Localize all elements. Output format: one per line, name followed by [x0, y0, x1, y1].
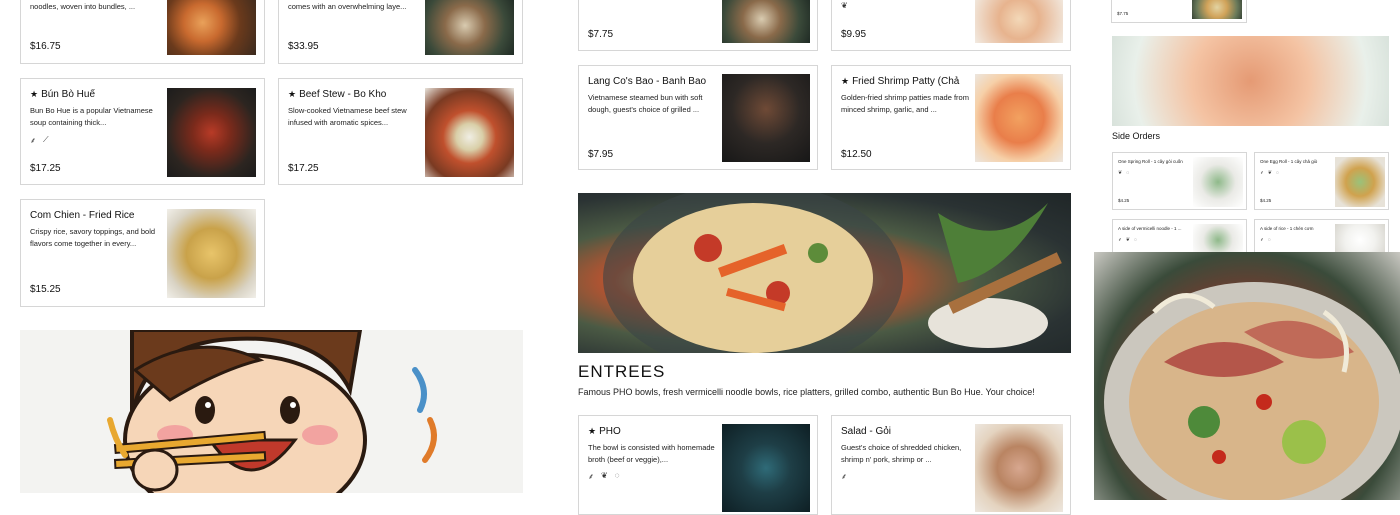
item-photo — [167, 0, 256, 55]
item-price: $17.25 — [288, 163, 319, 174]
item-title: Com Chien - Fried Rice — [30, 210, 135, 221]
item-photo — [167, 88, 256, 177]
star-icon: ★ — [588, 426, 597, 436]
menu-card-top2[interactable]: comes with an overwhelming laye... $33.9… — [278, 0, 523, 64]
info-icon: ◌ — [1133, 237, 1137, 243]
pho-bowl-illustration — [603, 193, 1062, 353]
item-description: Vietnamese steamed bun with soft dough, … — [588, 93, 703, 114]
item-description: Crispy rice, savory toppings, and bold f… — [30, 227, 156, 248]
menu-card-com-chien[interactable]: Com Chien - Fried Rice Crispy rice, savo… — [20, 199, 265, 307]
item-price: $7.75 — [1117, 11, 1129, 16]
wheat-icon: ⸙ — [1260, 170, 1264, 176]
item-price: $7.75 — [588, 29, 614, 40]
item-title: One Egg Roll - 1 cây chả giò — [1260, 159, 1318, 164]
side-card-spring-roll[interactable]: One Spring Roll - 1 cây gỏi cuốn ❦ ◌ $4.2… — [1112, 152, 1247, 210]
item-description: Guest's choice of shredded chicken, shri… — [841, 443, 962, 464]
item-price: $4.25 — [1118, 198, 1130, 203]
wheat-icon: ⸙ — [30, 136, 36, 145]
menu-card-cha-tom[interactable]: ★Fried Shrimp Patty (Chả Tôm) Golden-fri… — [831, 65, 1071, 170]
entrees-subtitle: Famous PHO bowls, fresh vermicelli noodl… — [578, 387, 1035, 397]
menu-card-mid-top1[interactable]: $7.75 — [578, 0, 818, 51]
leaf-icon: ❦ — [1125, 237, 1130, 243]
star-icon: ★ — [288, 89, 297, 99]
dietary-icons: ⸙ ❦ ◌ — [588, 471, 619, 482]
item-price: $4.25 — [1260, 198, 1272, 203]
star-icon: ★ — [30, 89, 39, 99]
wheat-icon: ⸙ — [588, 472, 594, 481]
item-photo — [975, 424, 1063, 512]
item-photo — [975, 74, 1063, 162]
info-icon: ◌ — [1275, 170, 1279, 176]
side-card-top[interactable]: $7.75 — [1111, 0, 1247, 23]
menu-card-goi[interactable]: Salad - Gỏi Guest's choice of shredded c… — [831, 415, 1071, 515]
leaf-icon: ❦ — [1118, 170, 1123, 176]
pepper-icon: ⟋ — [43, 135, 49, 144]
item-photo — [722, 74, 810, 162]
item-photo — [722, 424, 810, 512]
item-description: noodles, woven into bundles, ... — [30, 2, 136, 11]
dietary-icons: ❦ ◌ — [1118, 170, 1129, 176]
menu-card-pho[interactable]: ★ PHO The bowl is consisted with homemade… — [578, 415, 818, 515]
item-title: A side of vermicelli noodle - 1 ... — [1118, 226, 1182, 231]
leaf-icon: ❦ — [601, 471, 608, 480]
info-icon: ◌ — [1267, 237, 1271, 243]
item-description: The bowl is consisted with homemade brot… — [588, 443, 715, 464]
item-title: ★Fried Shrimp Patty (Chả Tôm) — [841, 76, 961, 87]
dietary-icons: ⸙ ⟋ — [30, 135, 49, 146]
info-icon: ◌ — [1126, 170, 1130, 176]
pho-feature-photo — [1094, 252, 1400, 500]
pho-beef-bowl-illustration — [1104, 282, 1400, 500]
menu-card-bun-bo-hue[interactable]: ★ Bún Bò Huế Bun Bo Hue is a popular Viet… — [20, 78, 265, 185]
item-price: $9.95 — [841, 29, 867, 40]
item-price: $15.25 — [30, 284, 61, 295]
dietary-icons: ⸙ ❦ ◌ — [1118, 237, 1137, 243]
item-photo — [975, 0, 1063, 43]
item-photo — [1193, 157, 1243, 207]
item-title: Salad - Gỏi — [841, 426, 892, 437]
item-title: ★ Bún Bò Huế — [30, 89, 96, 100]
dietary-icons: ⸙ ❦ ◌ — [1260, 170, 1279, 176]
menu-card-top1[interactable]: noodles, woven into bundles, ... $16.75 — [20, 0, 265, 64]
item-price: $7.95 — [588, 149, 614, 160]
mascot-banner — [20, 330, 523, 493]
wheat-icon: ⸙ — [841, 472, 847, 481]
entrees-hero-photo — [578, 193, 1071, 353]
menu-card-banh-bao[interactable]: Lang Co's Bao - Banh Bao Vietnamese stea… — [578, 65, 818, 170]
item-price: $17.25 — [30, 163, 61, 174]
item-description: Bun Bo Hue is a popular Vietnamese soup … — [30, 106, 153, 127]
item-title: One Spring Roll - 1 cây gỏi cuốn — [1118, 159, 1183, 164]
dietary-icons: ❦ — [841, 1, 848, 10]
item-price: $16.75 — [30, 41, 61, 52]
side-card-egg-roll[interactable]: One Egg Roll - 1 cây chả giò ⸙ ❦ ◌ $4.25 — [1254, 152, 1389, 210]
menu-card-bo-kho[interactable]: ★ Beef Stew - Bo Kho Slow-cooked Vietname… — [278, 78, 523, 185]
item-title: ★ Beef Stew - Bo Kho — [288, 89, 387, 100]
wheat-icon: ⸙ — [1260, 237, 1264, 243]
side-orders-hero-photo — [1112, 36, 1389, 126]
item-photo — [1192, 0, 1242, 19]
item-description: Slow-cooked Vietnamese beef stew infused… — [288, 106, 407, 127]
item-photo — [167, 209, 256, 298]
leaf-icon: ❦ — [841, 1, 848, 10]
item-title: ★ PHO — [588, 426, 621, 437]
item-title: A side of rice - 1 chén cơm — [1260, 226, 1314, 231]
wheat-icon: ⸙ — [1118, 237, 1122, 243]
item-photo — [1335, 157, 1385, 207]
item-photo — [425, 88, 514, 177]
item-price: $12.50 — [841, 149, 872, 160]
item-title: Lang Co's Bao - Banh Bao — [588, 76, 707, 87]
star-icon: ★ — [841, 76, 850, 86]
item-description: Golden-fried shrimp patties made from mi… — [841, 93, 969, 114]
entrees-heading: ENTREES — [578, 362, 666, 381]
item-photo — [722, 0, 810, 43]
leaf-icon: ❦ — [1267, 170, 1272, 176]
chef-mascot-illustration — [107, 330, 437, 493]
menu-card-mid-top2[interactable]: ❦ $9.95 — [831, 0, 1071, 51]
side-orders-heading: Side Orders — [1112, 131, 1161, 141]
dietary-icons: ⸙ ◌ — [1260, 237, 1271, 243]
info-icon: ◌ — [614, 471, 620, 480]
item-description: comes with an overwhelming laye... — [288, 2, 407, 11]
item-price: $33.95 — [288, 41, 319, 52]
item-photo — [425, 0, 514, 55]
dietary-icons: ⸙ — [841, 471, 847, 482]
